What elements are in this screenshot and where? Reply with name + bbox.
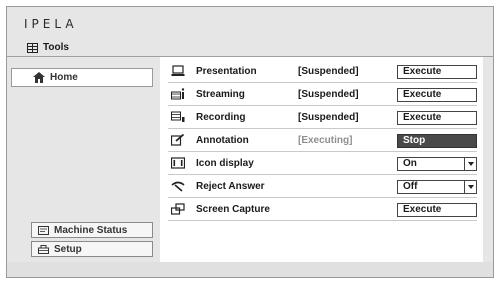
tool-row-annotation: Annotation [Executing] Stop <box>168 130 477 152</box>
machine-status-label: Machine Status <box>54 224 128 236</box>
sidebar-item-home[interactable]: Home <box>11 68 153 87</box>
tool-row-streaming: Streaming [Suspended] Execute <box>168 84 477 106</box>
machine-status-button[interactable]: Machine Status <box>31 222 153 238</box>
tool-status: [Suspended] <box>298 112 359 123</box>
screen-capture-execute-button[interactable]: Execute <box>397 203 477 217</box>
setup-label: Setup <box>54 243 82 255</box>
icon-display-select[interactable]: On <box>397 157 477 171</box>
chevron-down-icon[interactable] <box>464 181 476 193</box>
recording-execute-button[interactable]: Execute <box>397 111 477 125</box>
section-header: Tools <box>27 42 69 53</box>
tool-name: Recording <box>196 112 246 123</box>
tool-name: Reject Answer <box>196 181 265 192</box>
select-value: Off <box>403 181 418 192</box>
setup-icon <box>38 244 49 254</box>
chevron-down-icon[interactable] <box>464 158 476 170</box>
annotation-icon <box>171 134 185 146</box>
tool-row-reject-answer: Reject Answer Off <box>168 176 477 198</box>
home-icon <box>33 72 45 83</box>
tool-row-recording: Recording [Suspended] Execute <box>168 107 477 129</box>
select-value: On <box>403 158 417 169</box>
annotation-stop-button[interactable]: Stop <box>397 134 477 148</box>
tool-name: Presentation <box>196 66 257 77</box>
page-title: Tools <box>43 42 69 53</box>
tool-name: Annotation <box>196 135 249 146</box>
tools-grid-icon <box>27 42 38 53</box>
presentation-icon <box>171 65 185 76</box>
sidebar-item-label: Home <box>50 72 78 83</box>
reject-answer-icon <box>171 181 185 192</box>
tool-name: Streaming <box>196 89 245 100</box>
icon-display-icon <box>171 157 185 169</box>
presentation-execute-button[interactable]: Execute <box>397 65 477 79</box>
tool-name: Screen Capture <box>196 204 270 215</box>
machine-status-icon <box>38 225 49 235</box>
tool-row-presentation: Presentation [Suspended] Execute <box>168 61 477 83</box>
screen-capture-icon <box>171 203 185 215</box>
tool-row-icon-display: Icon display On <box>168 153 477 175</box>
logo: IPELA <box>24 17 78 31</box>
recording-icon <box>171 111 185 122</box>
setup-button[interactable]: Setup <box>31 241 153 257</box>
tool-status: [Suspended] <box>298 66 359 77</box>
tool-status: [Executing] <box>298 135 353 146</box>
tool-name: Icon display <box>196 158 254 169</box>
bottom-status-strip <box>7 262 493 277</box>
streaming-execute-button[interactable]: Execute <box>397 88 477 102</box>
reject-answer-select[interactable]: Off <box>397 180 477 194</box>
streaming-icon <box>171 88 185 100</box>
tool-status: [Suspended] <box>298 89 359 100</box>
tool-row-screen-capture: Screen Capture Execute <box>168 199 477 221</box>
